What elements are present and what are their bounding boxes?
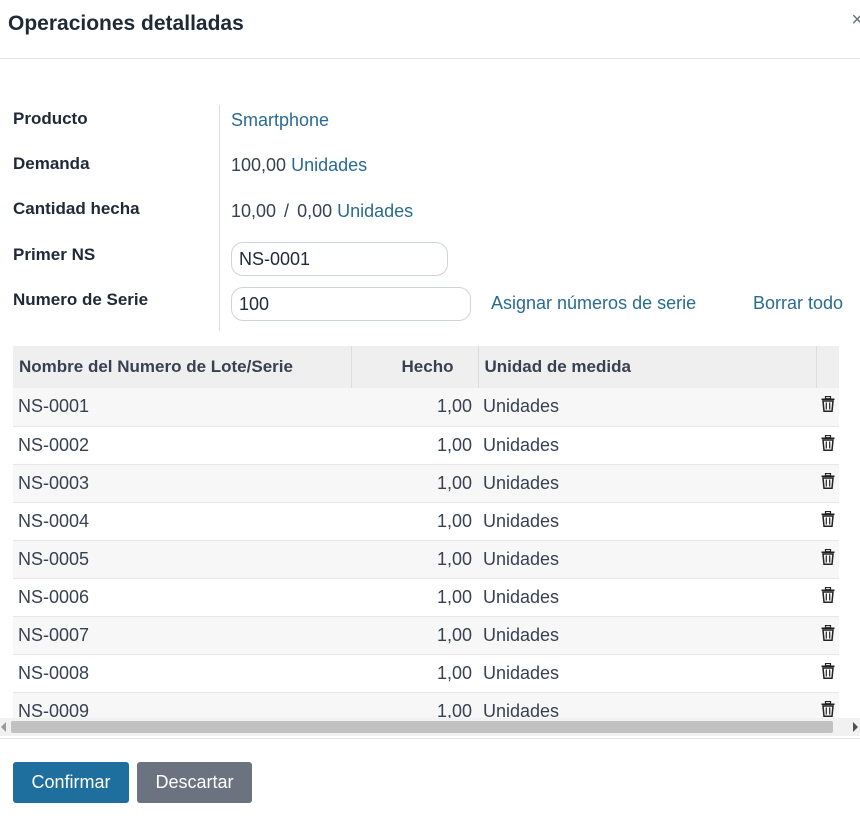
table-row[interactable]: NS-0006 1,00 Unidades (13, 578, 839, 616)
trash-icon[interactable] (821, 472, 835, 489)
table-row[interactable]: NS-0003 1,00 Unidades (13, 464, 839, 502)
done-quantity-label: Cantidad hecha (13, 199, 140, 218)
row-uom[interactable]: Unidades (478, 654, 816, 692)
trash-icon[interactable] (821, 624, 835, 641)
trash-icon[interactable] (821, 396, 835, 413)
row-lot-name[interactable]: NS-0004 (13, 502, 351, 540)
row-uom[interactable]: Unidades (478, 426, 816, 464)
row-uom[interactable]: Unidades (478, 502, 816, 540)
row-done-qty[interactable]: 1,00 (351, 692, 478, 719)
demand-field: 100,00 Unidades (231, 155, 367, 176)
product-link[interactable]: Smartphone (231, 110, 329, 130)
column-header-done[interactable]: Hecho (351, 346, 479, 388)
row-done-qty[interactable]: 1,00 (351, 578, 478, 616)
row-uom[interactable]: Unidades (478, 578, 816, 616)
row-uom[interactable]: Unidades (478, 388, 816, 426)
modal-title: Operaciones detalladas (8, 12, 244, 35)
row-done-qty[interactable]: 1,00 (351, 654, 478, 692)
done-separator: / (284, 201, 290, 221)
demand-value: 100,00 (231, 155, 287, 175)
product-label: Producto (13, 109, 88, 128)
table-header-row: Nombre del Numero de Lote/Serie Hecho Un… (13, 346, 839, 388)
modal-header: Operaciones detalladas × (0, 0, 860, 59)
footer-divider (0, 738, 860, 739)
row-uom[interactable]: Unidades (478, 692, 816, 719)
table-row[interactable]: NS-0004 1,00 Unidades (13, 502, 839, 540)
discard-button[interactable]: Descartar (137, 762, 252, 803)
close-icon[interactable]: × (851, 9, 860, 32)
table-row[interactable]: NS-0001 1,00 Unidades (13, 388, 839, 426)
row-lot-name[interactable]: NS-0008 (13, 654, 351, 692)
row-lot-name[interactable]: NS-0001 (13, 388, 351, 426)
row-done-qty[interactable]: 1,00 (351, 616, 478, 654)
first-sn-label: Primer NS (13, 245, 96, 264)
demand-label: Demanda (13, 154, 90, 173)
column-header-lot-name[interactable]: Nombre del Numero de Lote/Serie (13, 346, 352, 388)
demand-uom-link[interactable]: Unidades (291, 155, 367, 175)
trash-icon[interactable] (821, 662, 835, 679)
row-done-qty[interactable]: 1,00 (351, 540, 478, 578)
row-lot-name[interactable]: NS-0005 (13, 540, 351, 578)
table-row[interactable]: NS-0007 1,00 Unidades (13, 616, 839, 654)
first-sn-input[interactable] (231, 242, 448, 276)
trash-icon[interactable] (821, 700, 835, 717)
form-divider (219, 105, 220, 331)
serial-count-label: Numero de Serie (13, 290, 149, 309)
assign-serials-link[interactable]: Asignar números de serie (491, 293, 696, 314)
table-row[interactable]: NS-0005 1,00 Unidades (13, 540, 839, 578)
row-uom[interactable]: Unidades (478, 464, 816, 502)
trash-icon[interactable] (821, 586, 835, 603)
chevron-right-icon[interactable] (853, 722, 858, 732)
row-lot-name[interactable]: NS-0003 (13, 464, 351, 502)
row-done-qty[interactable]: 1,00 (351, 464, 478, 502)
row-uom[interactable]: Unidades (478, 540, 816, 578)
table-row[interactable]: NS-0008 1,00 Unidades (13, 654, 839, 692)
row-lot-name[interactable]: NS-0009 (13, 692, 351, 719)
row-lot-name[interactable]: NS-0006 (13, 578, 351, 616)
serial-lines-table: Nombre del Numero de Lote/Serie Hecho Un… (13, 346, 839, 718)
confirm-button[interactable]: Confirmar (13, 762, 129, 803)
clear-all-link[interactable]: Borrar todo (753, 293, 843, 314)
trash-icon[interactable] (821, 434, 835, 451)
done-uom-link[interactable]: Unidades (337, 201, 413, 221)
done-quantity-value: 10,00 (231, 201, 277, 221)
table-row[interactable]: NS-0002 1,00 Unidades (13, 426, 839, 464)
column-header-actions (816, 346, 839, 388)
done-quantity-field: 10,00 / 0,00 Unidades (231, 201, 413, 222)
horizontal-scrollbar[interactable] (0, 718, 860, 736)
row-lot-name[interactable]: NS-0007 (13, 616, 351, 654)
serial-count-input[interactable] (231, 287, 471, 321)
row-done-qty[interactable]: 1,00 (351, 426, 478, 464)
row-uom[interactable]: Unidades (478, 616, 816, 654)
trash-icon[interactable] (821, 548, 835, 565)
scrollbar-thumb[interactable] (11, 721, 833, 733)
column-header-uom[interactable]: Unidad de medida (478, 346, 817, 388)
product-field: Smartphone (231, 110, 329, 131)
chevron-left-icon[interactable] (1, 722, 6, 732)
table-row[interactable]: NS-0009 1,00 Unidades (13, 692, 839, 718)
row-lot-name[interactable]: NS-0002 (13, 426, 351, 464)
done-quantity-total: 0,00 (297, 201, 333, 221)
row-done-qty[interactable]: 1,00 (351, 388, 478, 426)
row-done-qty[interactable]: 1,00 (351, 502, 478, 540)
trash-icon[interactable] (821, 510, 835, 527)
